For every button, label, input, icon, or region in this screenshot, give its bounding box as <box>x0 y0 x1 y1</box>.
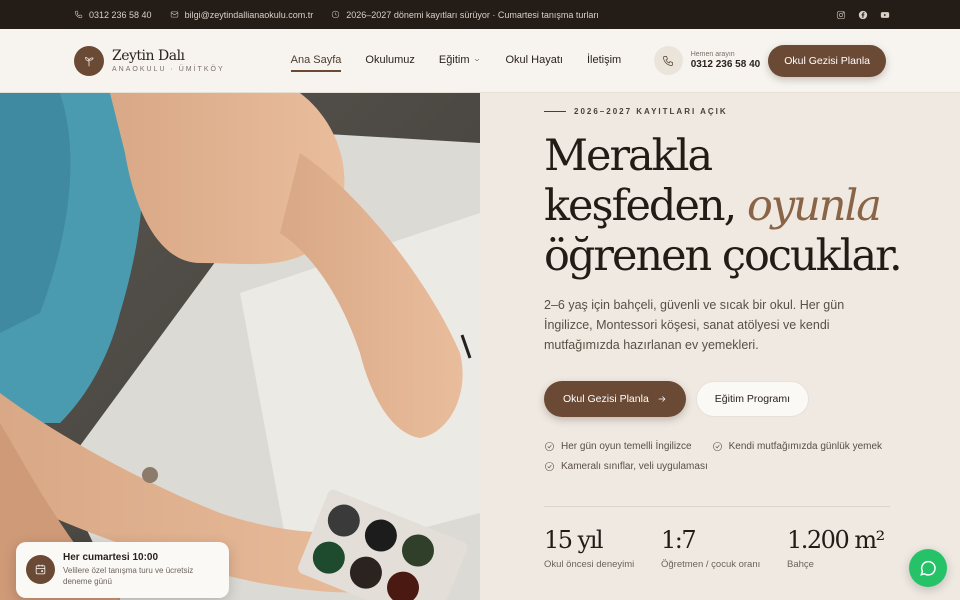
nav-item-label: Okulumuz <box>365 53 415 66</box>
headline-line-2: keşfeden, <box>544 181 747 231</box>
stat-label: Öğretmen / çocuk oranı <box>661 559 761 570</box>
logo[interactable]: Zeytin Dalı ANAOKULU · ÜMİTKÖY <box>74 45 225 76</box>
feature-item: Her gün oyun temelli İngilizce <box>544 441 692 452</box>
feature-text: Kameralı sınıflar, veli uygulaması <box>561 461 708 472</box>
hero-content: 2026–2027 KAYITLARI AÇIK Merakla keşfede… <box>480 93 960 600</box>
feature-item: Kameralı sınıflar, veli uygulaması <box>544 461 708 472</box>
nav-item-ana-sayfa[interactable]: Ana Sayfa <box>290 53 342 72</box>
hero-headline: Merakla keşfeden, oyunla öğrenen çocukla… <box>544 131 903 281</box>
mail-icon <box>170 11 178 18</box>
chevron-down-icon <box>475 58 480 61</box>
phone-icon <box>663 55 674 66</box>
nav-item-label: Okul Hayatı <box>505 53 563 66</box>
calendar-icon <box>35 564 46 575</box>
hero-cta-row: Okul Gezisi Planla Eğitim Programı <box>544 381 810 417</box>
feature-list: Her gün oyun temelli İngilizce Kendi mut… <box>544 441 882 481</box>
brand-name: Zeytin Dalı <box>112 48 185 64</box>
topbar-notice-text: 2026–2027 dönemi kayıtları sürüyor · Cum… <box>346 9 599 20</box>
call-number: 0312 236 58 40 <box>690 59 761 70</box>
stat-item: 15 yıl Okul öncesi deneyimi <box>544 525 661 570</box>
tour-card-text: Velilere özel tanışma turu ve ücretsiz d… <box>63 566 194 586</box>
clock-icon <box>332 10 340 19</box>
whatsapp-button[interactable] <box>909 549 947 587</box>
check-circle-icon <box>712 442 722 451</box>
hero-image <box>0 93 480 600</box>
whatsapp-icon <box>920 560 936 576</box>
arrow-right-icon <box>658 396 666 402</box>
nav-item-label: Eğitim <box>438 53 470 66</box>
eyebrow-line <box>544 111 566 112</box>
stat-value: 15 yıl <box>544 526 604 554</box>
eyebrow-text: 2026–2027 KAYITLARI AÇIK <box>574 107 728 116</box>
headline-line-3: öğrenen çocuklar. <box>544 231 903 281</box>
topbar-phone-text: 0312 236 58 40 <box>89 9 152 20</box>
phone-icon <box>74 10 83 19</box>
stat-item: 1:7 Öğretmen / çocuk oranı <box>661 525 787 570</box>
feature-item: Kendi mutfağımızda günlük yemek <box>712 441 882 452</box>
stat-value: 1.200 m² <box>787 526 885 554</box>
program-button[interactable]: Eğitim Programı <box>695 381 810 417</box>
check-circle-icon <box>545 462 554 471</box>
header-tour-button[interactable]: Okul Gezisi Planla <box>768 44 886 77</box>
stat-item: 1.200 m² Bahçe <box>787 525 885 570</box>
check-circle-icon <box>545 442 554 451</box>
hero-tour-button[interactable]: Okul Gezisi Planla <box>544 381 686 417</box>
hero-eyebrow: 2026–2027 KAYITLARI AÇIK <box>544 107 728 116</box>
logo-badge <box>74 45 104 76</box>
tour-card-title: Her cumartesi 10:00 <box>63 552 159 563</box>
stat-label: Okul öncesi deneyimi <box>544 559 635 570</box>
call-caption: Hemen arayın <box>690 51 735 58</box>
nav-item-label: Ana Sayfa <box>290 53 342 66</box>
nav-item-label: İletişim <box>586 53 622 66</box>
main-nav: Ana Sayfa Okulumuz Eğitim Okul Hayatı İl… <box>290 53 621 72</box>
site-header: Zeytin Dalı ANAOKULU · ÜMİTKÖY Ana Sayfa… <box>0 29 960 93</box>
topbar-phone[interactable]: 0312 236 58 40 <box>74 10 152 20</box>
nav-item-egitim[interactable]: Eğitim <box>439 54 482 68</box>
topbar-notice: 2026–2027 dönemi kayıtları sürüyor · Cum… <box>331 10 599 20</box>
social-links <box>836 10 890 20</box>
tour-info-card[interactable]: Her cumartesi 10:00 Velilere özel tanışm… <box>16 542 229 598</box>
call-block[interactable]: Hemen arayın 0312 236 58 40 <box>653 46 761 75</box>
youtube-icon[interactable] <box>880 10 890 20</box>
facebook-icon[interactable] <box>858 10 868 20</box>
nav-item-okulumuz[interactable]: Okulumuz <box>365 54 415 68</box>
stats-divider <box>544 506 890 507</box>
instagram-icon[interactable] <box>836 10 846 20</box>
brand-subtitle: ANAOKULU · ÜMİTKÖY <box>112 66 225 73</box>
call-circle <box>653 46 683 75</box>
stat-label: Bahçe <box>787 559 814 570</box>
top-bar: 0312 236 58 40 bilgi@zeytindallianaokulu… <box>0 0 960 29</box>
calendar-badge <box>26 555 55 584</box>
feature-text: Kendi mutfağımızda günlük yemek <box>728 441 883 452</box>
olive-branch-icon <box>85 56 94 66</box>
feature-text: Her gün oyun temelli İngilizce <box>561 441 692 452</box>
headline-accent: oyunla <box>746 181 882 231</box>
headline-line-1: Merakla <box>544 131 713 181</box>
nav-item-okul-hayati[interactable]: Okul Hayatı <box>505 54 562 68</box>
stats-row: 15 yıl Okul öncesi deneyimi 1:7 Öğretmen… <box>544 525 885 570</box>
topbar-email-text: bilgi@zeytindallianaokulu.com.tr <box>184 9 314 20</box>
nav-item-iletisim[interactable]: İletişim <box>587 54 621 68</box>
topbar-email[interactable]: bilgi@zeytindallianaokulu.com.tr <box>170 9 314 20</box>
stat-value: 1:7 <box>661 526 697 554</box>
hero-lead: 2–6 yaş için bahçeli, güvenli ve sıcak b… <box>544 298 845 352</box>
hero-tour-label: Okul Gezisi Planla <box>563 393 649 405</box>
